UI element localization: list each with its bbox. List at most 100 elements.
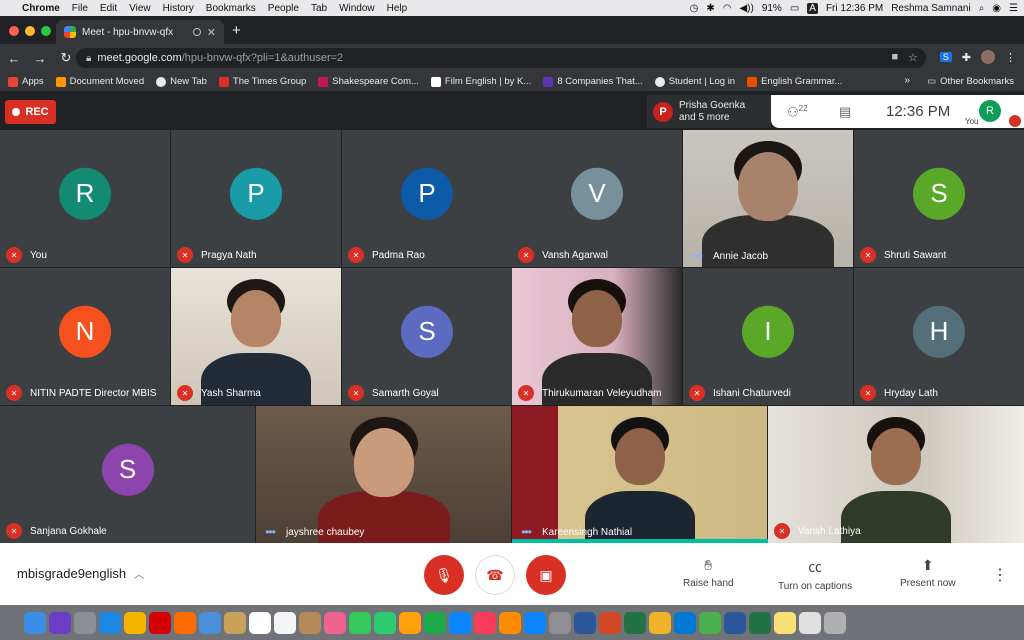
captions-button[interactable]: ㏄ Turn on captions: [778, 557, 852, 592]
chrome-icon[interactable]: [124, 611, 146, 634]
participant-tile[interactable]: S ✕ Shruti Sawant: [854, 130, 1024, 267]
participant-tile[interactable]: ✕ Vansh Lathiya: [768, 406, 1024, 543]
participant-tile[interactable]: ✕ Thirukumaran Veleyudham: [512, 268, 682, 405]
network-icon[interactable]: [699, 611, 721, 634]
participant-tile[interactable]: V ✕ Vansh Agarwal: [512, 130, 682, 267]
bookmark-english-grammar[interactable]: English Grammar...: [747, 76, 842, 87]
word-doc-icon[interactable]: [724, 611, 746, 634]
bookmark-8-companies[interactable]: 8 Companies That...: [543, 76, 643, 87]
volume-icon[interactable]: ◀)): [739, 3, 753, 14]
raise-hand-button[interactable]: ✋︎ Raise hand: [683, 557, 734, 589]
menu-tab[interactable]: Tab: [311, 3, 327, 14]
menu-bookmarks[interactable]: Bookmarks: [206, 3, 256, 14]
firefox-icon[interactable]: [174, 611, 196, 634]
numbers-icon[interactable]: [424, 611, 446, 634]
tab-meet[interactable]: Meet - hpu-bnvw-qfx ✕: [56, 20, 224, 44]
participant-tile[interactable]: H ✕ Hryday Lath: [854, 268, 1024, 405]
stickies-icon[interactable]: [774, 611, 796, 634]
other-bookmarks[interactable]: ▭ Other Bookmarks: [927, 76, 1014, 87]
menu-file[interactable]: File: [72, 3, 88, 14]
participant-tile[interactable]: ••• Annie Jacob: [683, 130, 853, 267]
siri-icon[interactable]: ◉: [992, 3, 1001, 14]
bookmark-document-moved[interactable]: Document Moved: [55, 76, 144, 87]
participant-tile[interactable]: S ✕ Samarth Goyal: [342, 268, 512, 405]
keynote-icon[interactable]: [449, 611, 471, 634]
notes-icon[interactable]: [224, 611, 246, 634]
lock-icon[interactable]: 🔒︎: [86, 53, 91, 64]
camera-in-use-icon[interactable]: ■: [891, 51, 898, 64]
meeting-details[interactable]: mbisgrade9english ︿: [17, 566, 144, 581]
profile-avatar[interactable]: [981, 50, 995, 64]
chrome-menu-icon[interactable]: ⋮: [1005, 51, 1016, 64]
bookmark-new-tab[interactable]: New Tab: [156, 76, 207, 87]
menu-user[interactable]: Reshma Samnani: [891, 3, 970, 14]
books-icon[interactable]: [499, 611, 521, 634]
word-icon[interactable]: [574, 611, 596, 634]
facetime-icon[interactable]: [374, 611, 396, 634]
close-tab-icon[interactable]: ✕: [207, 26, 216, 39]
messages-icon[interactable]: [349, 611, 371, 634]
extensions-puzzle-icon[interactable]: ✚: [962, 51, 971, 64]
time-machine-icon[interactable]: ◷: [690, 3, 699, 14]
bookmarks-overflow-icon[interactable]: »: [904, 75, 910, 86]
wifi-icon[interactable]: ◠: [723, 3, 732, 14]
present-button[interactable]: ⬆ Present now: [900, 557, 956, 589]
app-store-icon[interactable]: [524, 611, 546, 634]
more-options-icon[interactable]: ⋮: [992, 565, 1008, 585]
battery-percent[interactable]: 91%: [762, 3, 782, 14]
join-notification[interactable]: P Prisha Goenka and 5 more: [647, 95, 771, 128]
music-icon[interactable]: [474, 611, 496, 634]
document-icon[interactable]: [799, 611, 821, 634]
menu-clock[interactable]: Fri 12:36 PM: [826, 3, 883, 14]
participant-tile[interactable]: R ✕ You: [0, 130, 170, 267]
close-window-button[interactable]: [9, 26, 19, 36]
people-button[interactable]: ⚇22: [787, 104, 808, 120]
bookmark-times-group[interactable]: The Times Group: [218, 76, 306, 87]
forward-icon[interactable]: →: [28, 51, 52, 66]
preview-icon[interactable]: [199, 611, 221, 634]
zoom-window-button[interactable]: [41, 26, 51, 36]
siri-icon[interactable]: [49, 611, 71, 634]
safari-icon[interactable]: [99, 611, 121, 634]
participant-tile[interactable]: ✕ Yash Sharma: [171, 268, 341, 405]
excel-doc-icon[interactable]: [749, 611, 771, 634]
bookmark-shakespeare[interactable]: Shakespeare Com...: [318, 76, 419, 87]
bookmark-star-icon[interactable]: ☆: [908, 51, 918, 64]
spotlight-icon[interactable]: ⌕: [979, 3, 985, 14]
finder-icon[interactable]: [24, 611, 46, 634]
participant-tile[interactable]: I ✕ Ishani Chaturvedi: [683, 268, 853, 405]
extension-s-icon[interactable]: S: [939, 52, 952, 62]
menu-people[interactable]: People: [268, 3, 299, 14]
opera-icon[interactable]: [149, 611, 171, 634]
menu-window[interactable]: Window: [339, 3, 375, 14]
menu-edit[interactable]: Edit: [100, 3, 117, 14]
participant-tile[interactable]: P ✕ Pragya Nath: [171, 130, 341, 267]
address-bar[interactable]: 🔒︎ meet.google.com /hpu-bnvw-qfx?pli=1&a…: [76, 48, 926, 68]
leave-call-button[interactable]: ☎︎: [475, 555, 515, 595]
reminders-icon[interactable]: [274, 611, 296, 634]
minimize-window-button[interactable]: [25, 26, 35, 36]
bookmark-student-login[interactable]: Student | Log in: [654, 76, 735, 87]
notification-center-icon[interactable]: ☰: [1009, 3, 1018, 14]
calendar-icon[interactable]: [249, 611, 271, 634]
contacts-icon[interactable]: [299, 611, 321, 634]
back-icon[interactable]: ←: [2, 51, 26, 66]
participant-tile[interactable]: ••• Kareensingh Nathial: [512, 406, 767, 543]
photos-icon[interactable]: [324, 611, 346, 634]
menu-history[interactable]: History: [163, 3, 194, 14]
chat-icon[interactable]: ▤: [839, 104, 851, 120]
launchpad-icon[interactable]: [74, 611, 96, 634]
input-source[interactable]: A: [807, 2, 818, 14]
reload-icon[interactable]: ↻: [54, 50, 78, 66]
participant-tile[interactable]: P ✕ Padma Rao: [342, 130, 512, 267]
excel-icon[interactable]: [624, 611, 646, 634]
new-tab-button[interactable]: +: [232, 22, 241, 39]
pages-icon[interactable]: [399, 611, 421, 634]
participant-tile[interactable]: S ✕ Sanjana Gokhale: [0, 406, 255, 543]
menu-view[interactable]: View: [129, 3, 151, 14]
participant-tile[interactable]: ••• jayshree chaubey: [256, 406, 511, 543]
trash-icon[interactable]: [824, 611, 846, 634]
lync-icon[interactable]: [674, 611, 696, 634]
system-preferences-icon[interactable]: [549, 611, 571, 634]
bookmark-film-english[interactable]: Film English | by K...: [430, 76, 531, 87]
